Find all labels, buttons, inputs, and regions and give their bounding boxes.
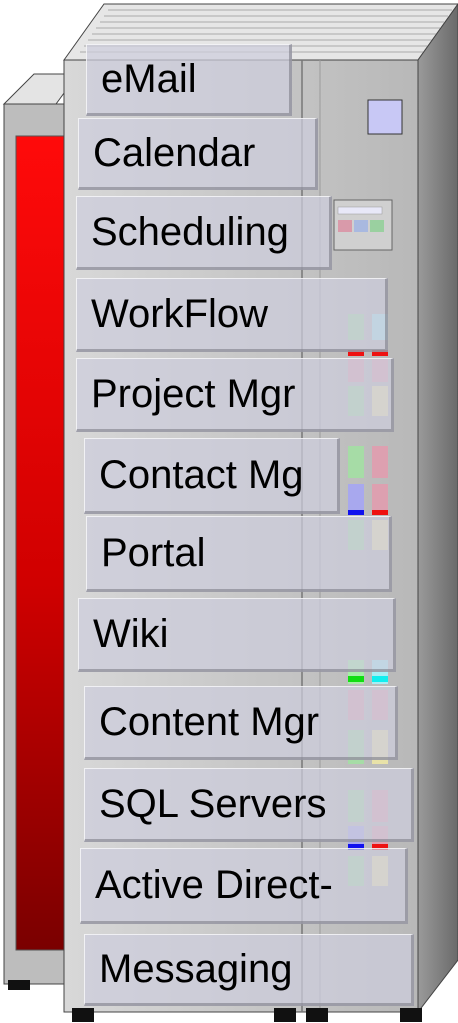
server-rack-diagram: eMail Calendar Scheduling WorkFlow Proje…	[0, 0, 458, 1023]
rack-side	[417, 3, 458, 1014]
label-content-mgr: Content Mgr	[84, 686, 398, 760]
label-email: eMail	[86, 44, 292, 116]
label-contact-mg: Contact Mg	[84, 438, 340, 514]
label-calendar: Calendar	[78, 118, 318, 190]
label-portal: Portal	[86, 516, 392, 592]
drive-led	[370, 220, 384, 232]
label-project-mgr: Project Mgr	[76, 358, 394, 432]
label-scheduling: Scheduling	[76, 196, 332, 270]
left-foot	[8, 980, 30, 990]
red-side-panel	[15, 135, 65, 951]
drive-bay-slot	[337, 206, 383, 215]
label-messaging: Messaging	[84, 934, 414, 1006]
label-wiki: Wiki	[78, 598, 396, 672]
label-active-directory: Active Direct-	[80, 848, 408, 924]
drive-led	[338, 220, 352, 232]
label-workflow: WorkFlow	[76, 278, 388, 352]
label-sql-servers: SQL Servers	[84, 768, 414, 842]
drive-led	[354, 220, 368, 232]
power-button	[367, 99, 403, 135]
